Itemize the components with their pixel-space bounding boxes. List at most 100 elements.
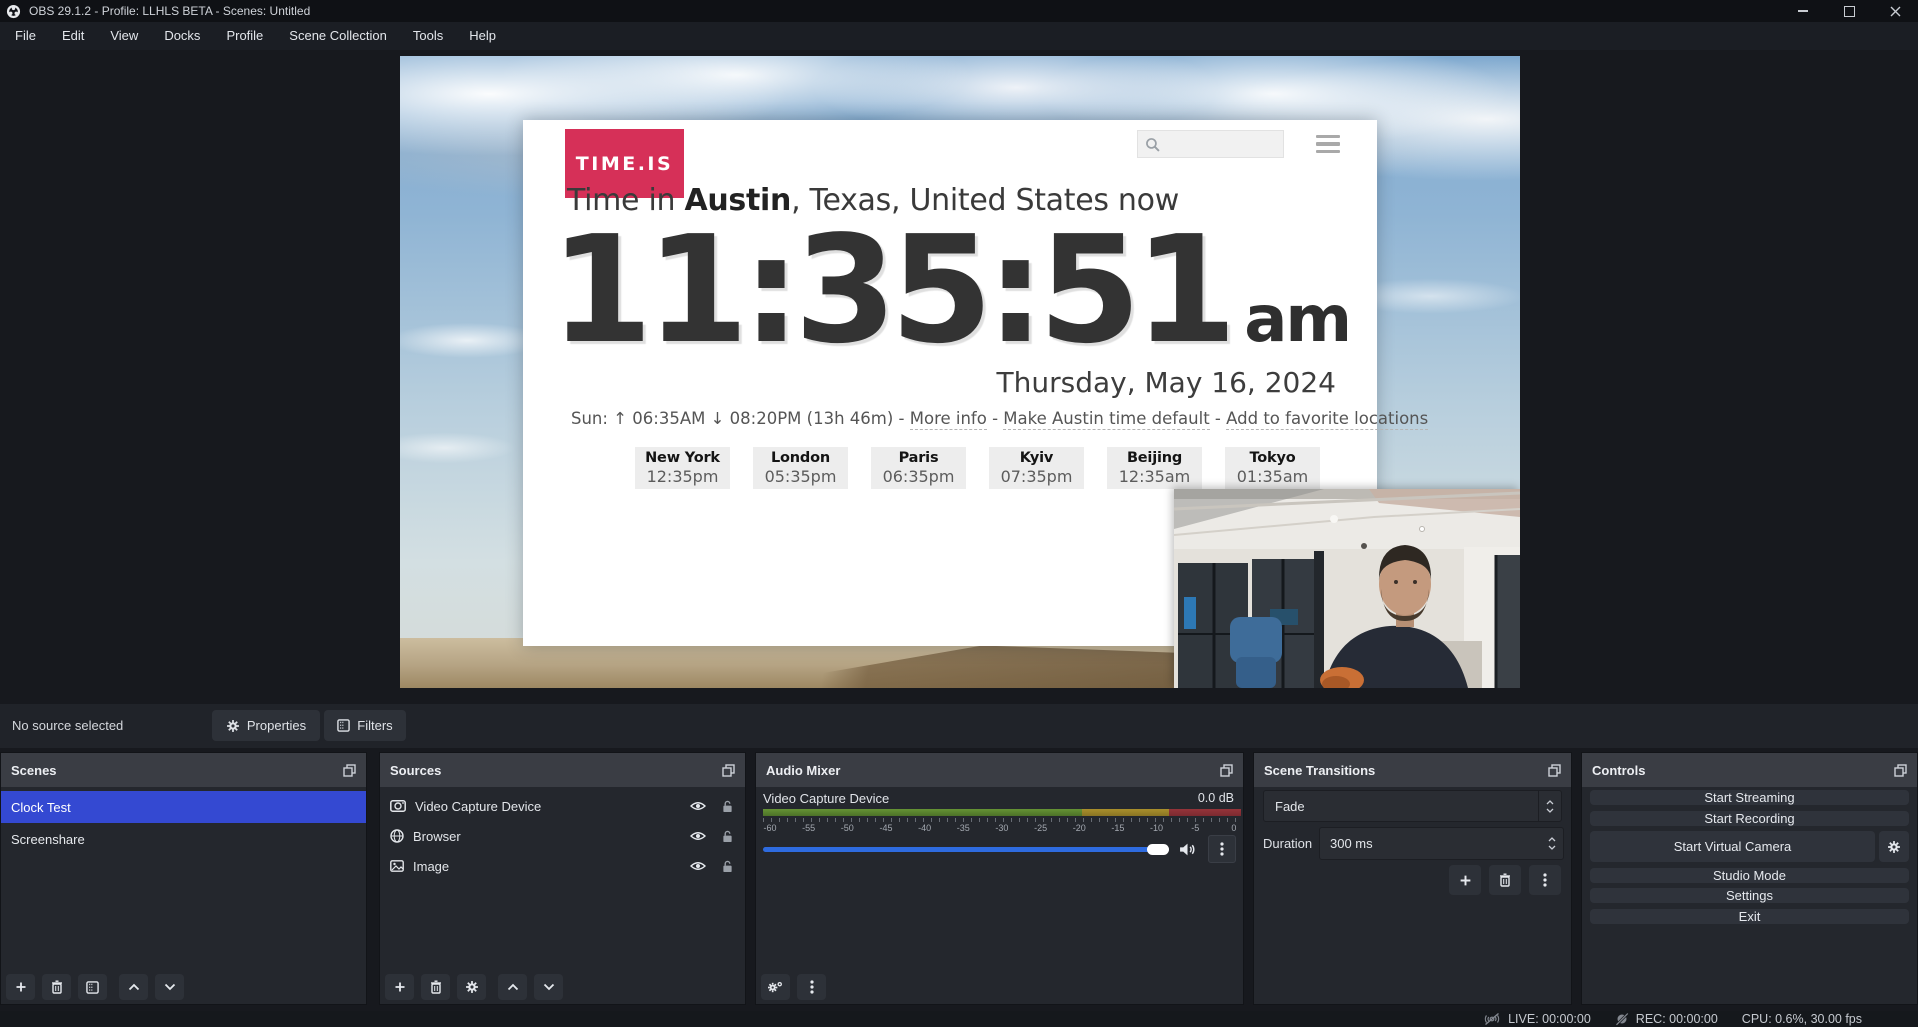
start-virtual-camera-button[interactable]: Start Virtual Camera [1590,831,1875,862]
move-source-down-button[interactable] [534,974,563,1000]
maximize-icon [1844,6,1855,17]
controls-header: Controls [1582,753,1917,787]
volume-slider-handle[interactable] [1147,844,1169,855]
camera-icon [390,800,406,812]
rec-timer: REC: 00:00:00 [1636,1012,1718,1026]
mixer-toolbar [761,974,826,1000]
popout-icon[interactable] [1548,764,1561,777]
properties-button[interactable]: Properties [212,710,320,741]
move-scene-up-button[interactable] [119,974,148,1000]
scenes-panel: Scenes Clock Test Screenshare [0,752,367,1005]
scene-item-clock-test[interactable]: Clock Test [1,791,366,823]
move-scene-down-button[interactable] [155,974,184,1000]
duration-label: Duration [1263,836,1319,851]
studio-mode-button[interactable]: Studio Mode [1590,868,1909,883]
chevron-up-icon [128,983,140,991]
popout-icon[interactable] [722,764,735,777]
volume-slider[interactable] [763,847,1169,852]
visibility-toggle[interactable] [690,861,706,871]
menu-scene-collection[interactable]: Scene Collection [276,22,400,50]
remove-transition-button[interactable] [1489,865,1521,895]
kebab-menu-icon [1543,873,1547,887]
virtual-camera-config-button[interactable] [1879,831,1909,862]
city-card: Kyiv07:35pm [989,447,1084,489]
menu-tools[interactable]: Tools [400,22,456,50]
lock-toggle[interactable] [722,830,733,843]
sources-panel: Sources Video Capture Device Browser Ima… [379,752,746,1005]
source-toolbar: No source selected Properties Filters [0,704,1918,748]
selected-source-status: No source selected [12,718,123,733]
close-button[interactable] [1872,0,1918,22]
remove-source-button[interactable] [421,974,450,1000]
preview-canvas[interactable]: TIME.IS Time in Austin, Texas, United St… [400,56,1520,688]
search-icon [1145,137,1160,152]
lock-toggle[interactable] [722,800,733,813]
lock-toggle[interactable] [722,860,733,873]
kebab-menu-icon [810,980,814,994]
popout-icon[interactable] [1220,764,1233,777]
eye-icon [690,801,706,811]
transition-menu-button[interactable] [1529,865,1561,895]
menu-view[interactable]: View [97,22,151,50]
menu-help[interactable]: Help [456,22,509,50]
scenes-toolbar [6,974,184,1000]
eye-icon [690,861,706,871]
settings-button[interactable]: Settings [1590,888,1909,903]
chevron-down-icon [543,983,555,991]
select-spinner[interactable] [1538,791,1561,821]
plus-icon [15,981,27,993]
source-row-browser[interactable]: Browser [380,821,745,851]
source-row-image[interactable]: Image [380,851,745,881]
start-recording-button[interactable]: Start Recording [1590,811,1909,826]
speaker-mute-button[interactable] [1179,842,1196,857]
trash-icon [430,980,442,994]
add-transition-button[interactable] [1449,865,1481,895]
add-scene-button[interactable] [6,974,35,1000]
hamburger-menu-icon [1316,135,1340,153]
audio-level-meter [763,809,1241,816]
transitions-header: Scene Transitions [1254,753,1571,787]
scene-filters-button[interactable] [78,974,107,1000]
duration-spinner[interactable] [1541,828,1563,859]
webcam-overlay [1174,489,1520,688]
scene-item-screenshare[interactable]: Screenshare [1,823,366,855]
minimize-icon [1798,10,1808,12]
city-card: Tokyo01:35am [1225,447,1320,489]
menu-file[interactable]: File [2,22,49,50]
filters-button[interactable]: Filters [324,710,406,741]
make-default-link: Make Austin time default [1003,409,1209,430]
start-streaming-button[interactable]: Start Streaming [1590,790,1909,805]
mixer-source-menu-button[interactable] [1208,835,1236,863]
audio-mixer-header: Audio Mixer [756,753,1243,787]
remove-scene-button[interactable] [42,974,71,1000]
eye-icon [690,831,706,841]
source-row-video-capture[interactable]: Video Capture Device [380,791,745,821]
menu-docks[interactable]: Docks [151,22,213,50]
advanced-audio-button[interactable] [761,974,790,1000]
world-cities-row: New York12:35pm London05:35pm Paris06:35… [635,447,1320,489]
popout-icon[interactable] [1894,764,1907,777]
record-inactive-icon [1615,1012,1629,1026]
transition-select[interactable]: Fade [1263,790,1562,822]
source-properties-button[interactable] [457,974,486,1000]
duration-spinbox[interactable]: 300 ms [1319,827,1564,860]
visibility-toggle[interactable] [690,801,706,811]
city-card: New York12:35pm [635,447,730,489]
popout-icon[interactable] [343,764,356,777]
more-info-link: More info [910,409,987,430]
minimize-button[interactable] [1780,0,1826,22]
stream-inactive-icon [1483,1012,1501,1026]
move-source-up-button[interactable] [498,974,527,1000]
filter-icon [337,719,350,732]
maximize-button[interactable] [1826,0,1872,22]
chevron-up-icon [507,983,519,991]
menu-profile[interactable]: Profile [213,22,276,50]
filter-icon [86,981,99,994]
exit-button[interactable]: Exit [1590,909,1909,924]
visibility-toggle[interactable] [690,831,706,841]
audio-mixer-panel: Audio Mixer Video Capture Device 0.0 dB … [755,752,1244,1005]
add-source-button[interactable] [385,974,414,1000]
menu-edit[interactable]: Edit [49,22,97,50]
obs-logo-icon [6,4,21,19]
mixer-menu-button[interactable] [797,974,826,1000]
